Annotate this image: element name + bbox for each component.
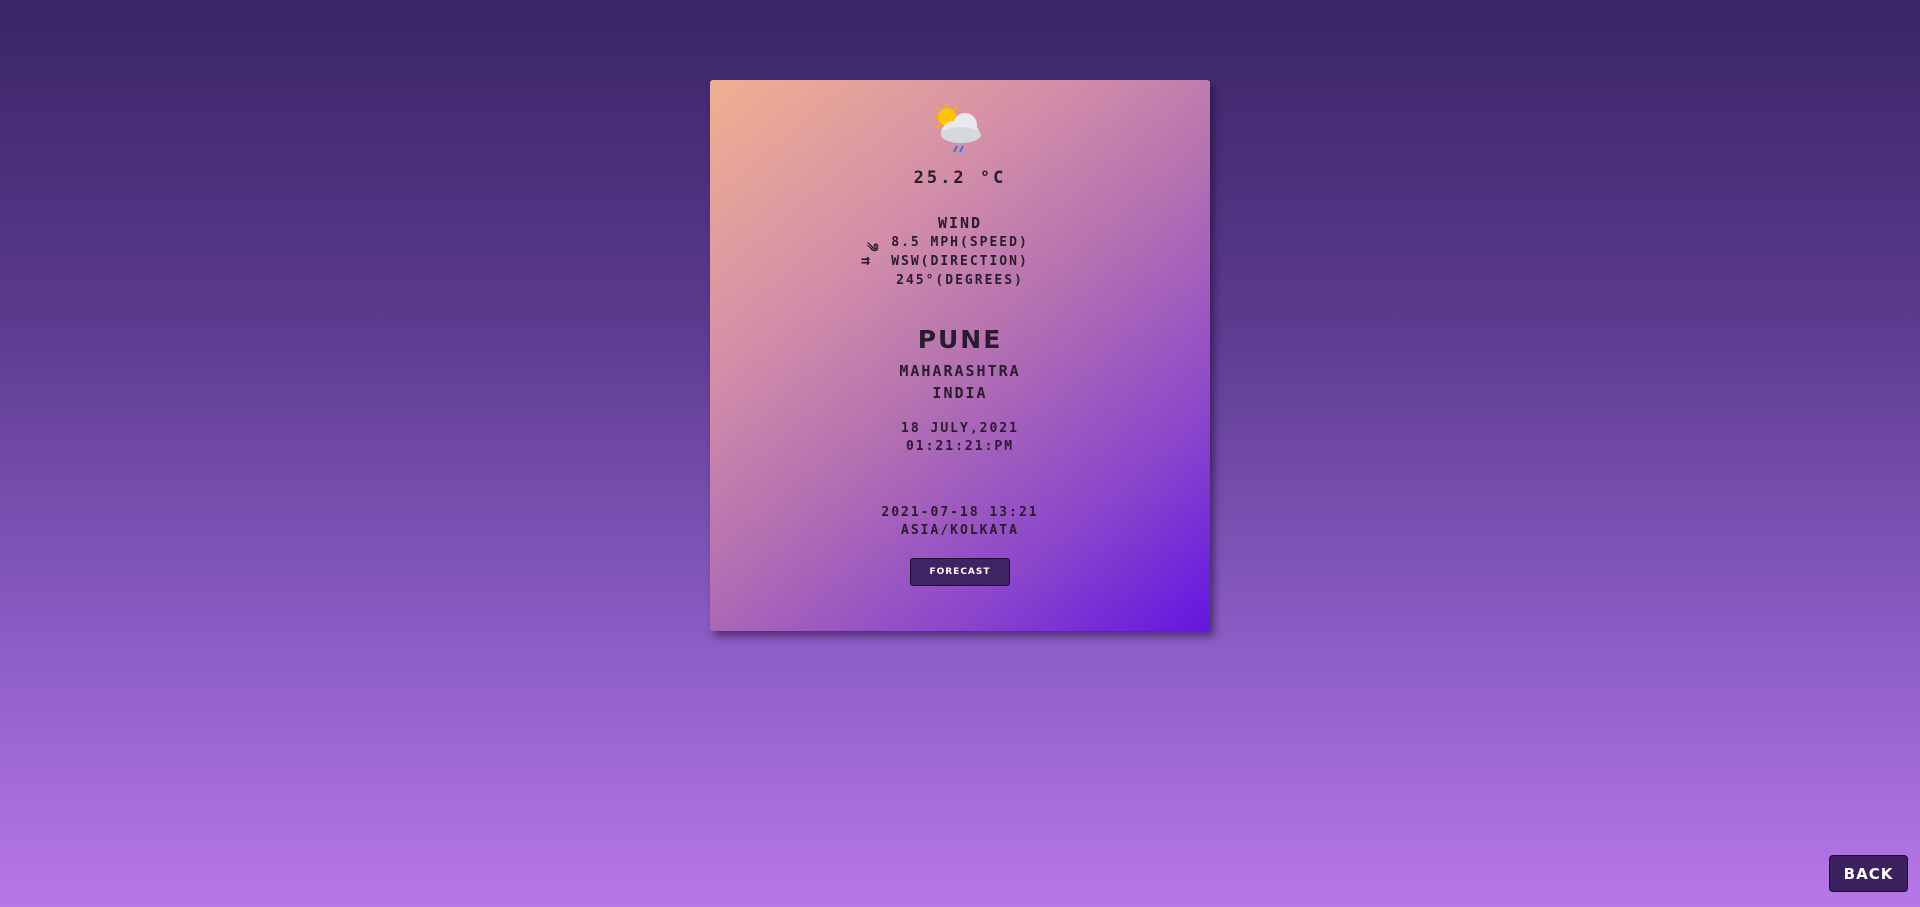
country-name: INDIA [932,384,988,402]
weather-card: 25.2 °C WIND ༄ 8.5 MPH(SPEED) ⇉ WSW(DIRE… [710,80,1210,631]
state-name: MAHARASHTRA [899,362,1021,380]
current-time: 01:21:21:PM [905,439,1015,454]
local-time: 2021-07-18 13:21 [881,505,1039,520]
wind-degrees: 245°(DEGREES) [896,273,1024,288]
city-name: PUNE [917,325,1003,354]
timezone: ASIA/KOLKATA [901,523,1019,538]
back-button[interactable]: BACK [1829,855,1908,892]
temperature: 25.2 °C [913,168,1007,188]
forecast-button[interactable]: FORECAST [910,558,1010,586]
sun-behind-rain-cloud-icon [925,100,995,168]
wind-direction: WSW(DIRECTION) [891,254,1029,269]
current-date: 18 JULY,2021 [901,421,1019,436]
wind-title: WIND [937,214,983,232]
wind-speed: 8.5 MPH(SPEED) [891,235,1029,250]
